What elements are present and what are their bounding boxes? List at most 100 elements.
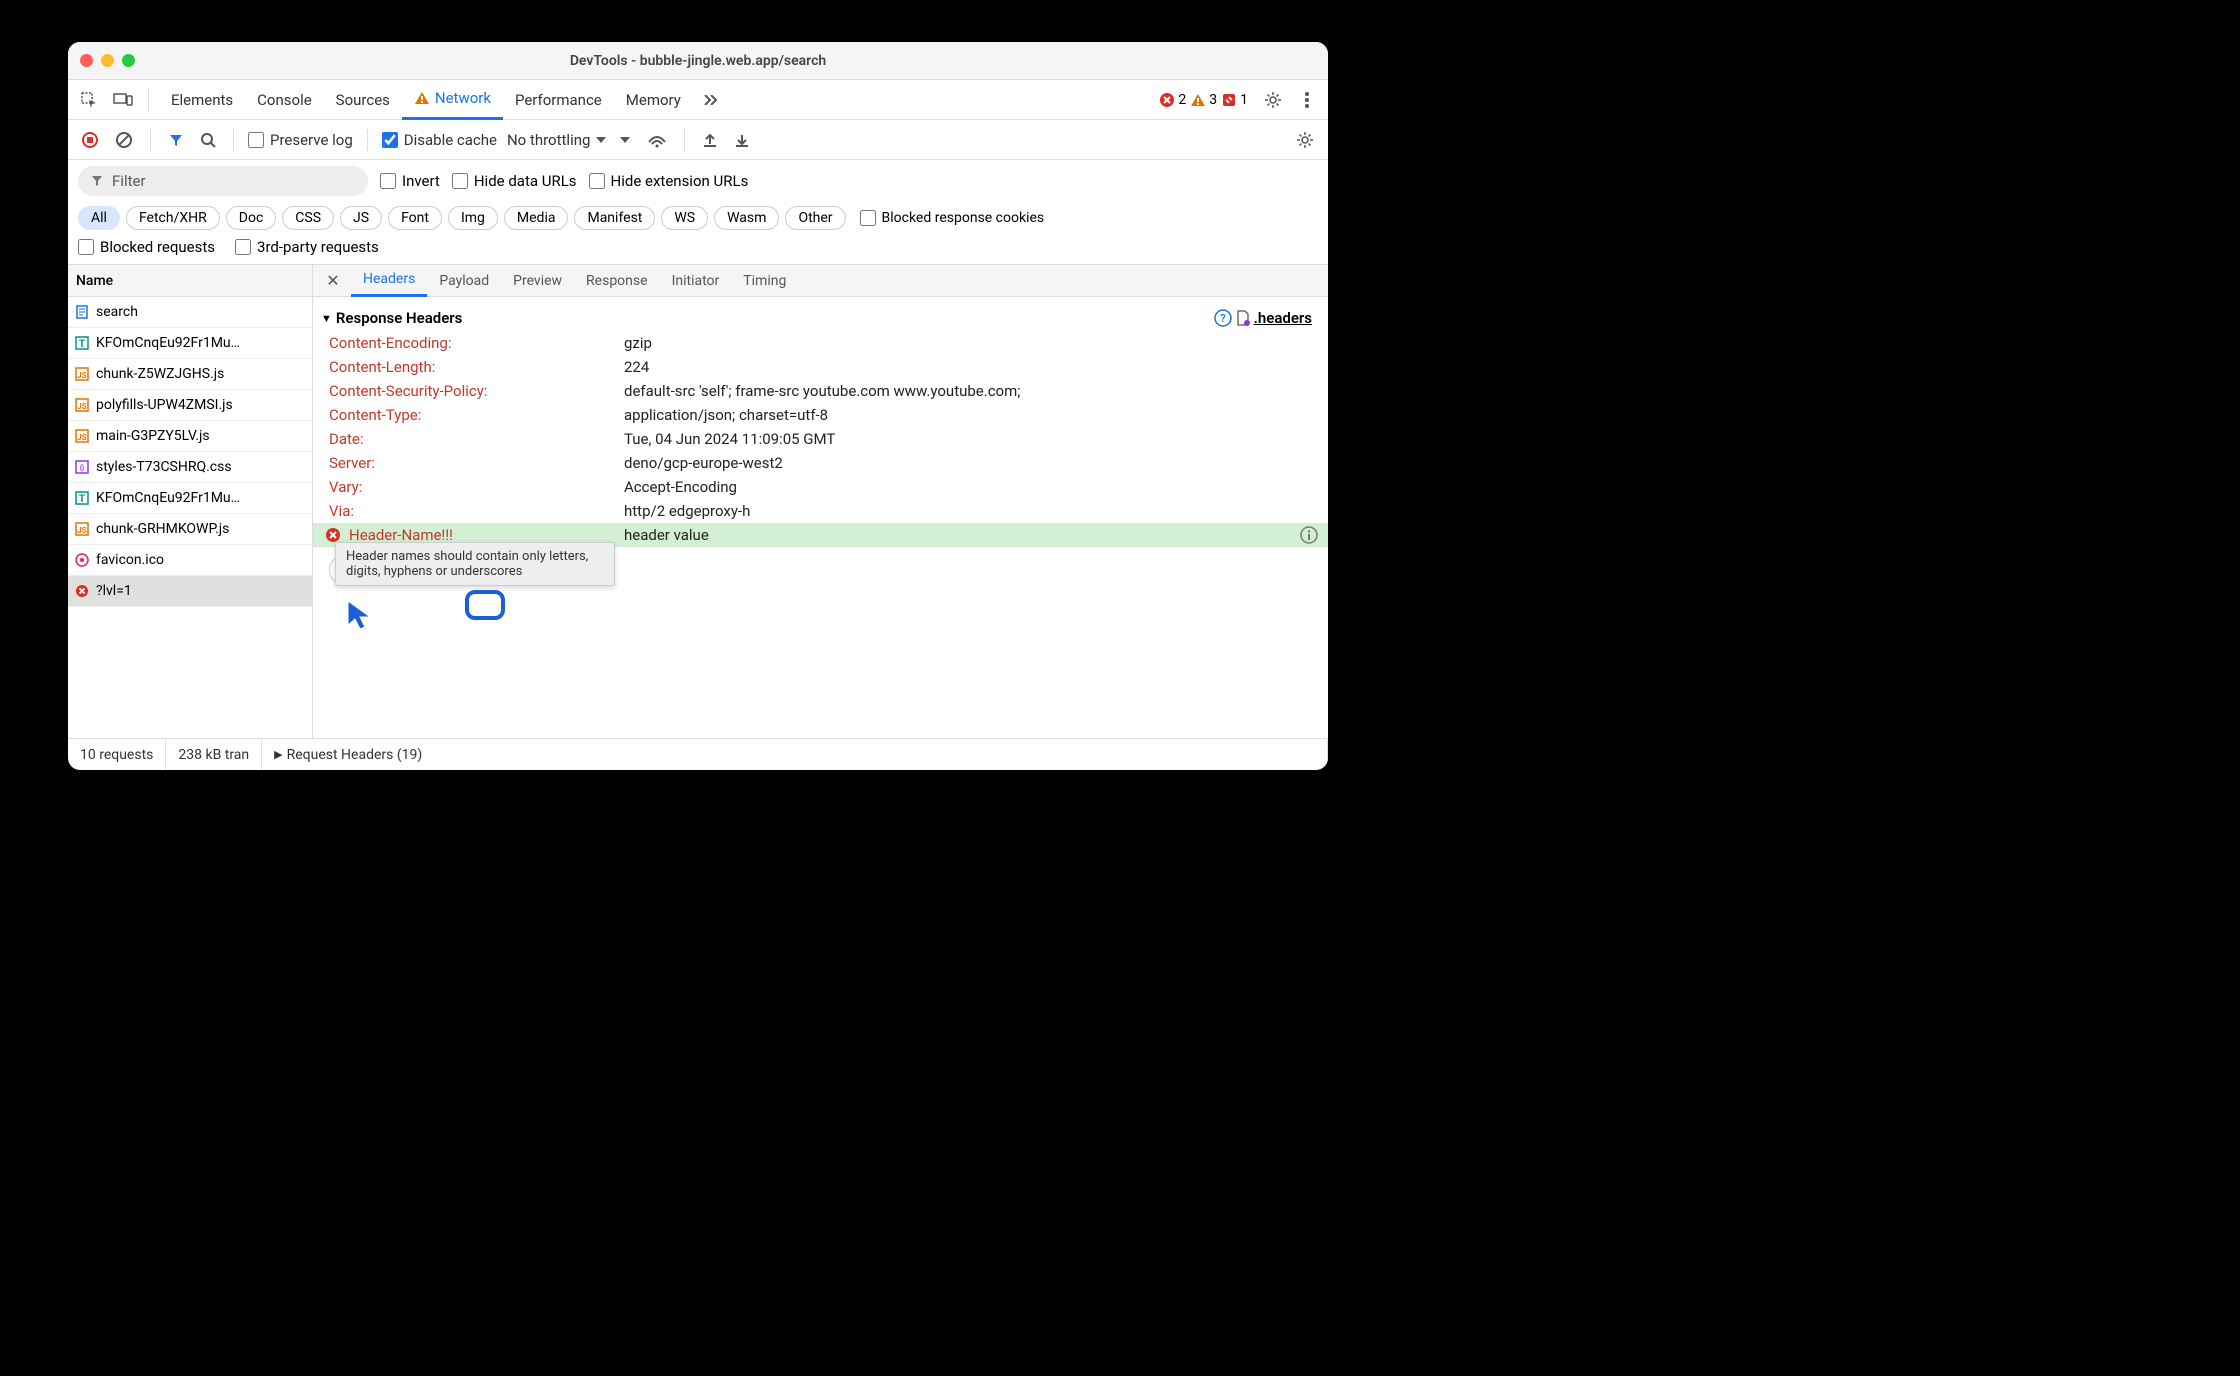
svg-text:T: T bbox=[79, 494, 85, 505]
close-detail-icon[interactable]: ✕ bbox=[319, 271, 347, 290]
detail-tab-headers[interactable]: Headers bbox=[351, 265, 427, 297]
tab-network[interactable]: Network bbox=[402, 80, 503, 120]
js-icon: JS bbox=[74, 366, 90, 382]
request-row[interactable]: JSchunk-GRHMKOWP.js bbox=[68, 514, 312, 545]
blocked-requests-checkbox[interactable]: Blocked requests bbox=[78, 238, 215, 256]
detail-tab-initiator[interactable]: Initiator bbox=[660, 265, 732, 297]
hide-extension-urls-checkbox[interactable]: Hide extension URLs bbox=[589, 172, 749, 190]
header-row: Date:Tue, 04 Jun 2024 11:09:05 GMT bbox=[313, 427, 1328, 451]
doc-icon bbox=[74, 304, 90, 320]
detail-tab-response[interactable]: Response bbox=[574, 265, 660, 297]
svg-text:?: ? bbox=[1220, 312, 1225, 325]
request-row[interactable]: {}styles-T73CSHRQ.css bbox=[68, 452, 312, 483]
upload-har-icon[interactable] bbox=[699, 129, 721, 151]
filter-pill-manifest[interactable]: Manifest bbox=[574, 206, 655, 230]
kebab-menu-icon[interactable] bbox=[1292, 86, 1322, 114]
filter-input[interactable]: Filter bbox=[78, 166, 368, 196]
device-toolbar-icon[interactable] bbox=[108, 86, 138, 114]
header-value: default-src 'self'; frame-src youtube.co… bbox=[624, 382, 1312, 400]
js-icon: JS bbox=[74, 521, 90, 537]
filter-pill-ws[interactable]: WS bbox=[661, 206, 708, 230]
settings-icon[interactable] bbox=[1258, 86, 1288, 114]
blocked-cookies-checkbox[interactable]: Blocked response cookies bbox=[860, 210, 1045, 226]
header-key: Vary: bbox=[329, 478, 624, 496]
svg-text:JS: JS bbox=[77, 371, 86, 380]
filter-pill-css[interactable]: CSS bbox=[282, 206, 334, 230]
request-headers-section[interactable]: ▶ Request Headers (19) bbox=[262, 739, 1328, 770]
filter-pill-img[interactable]: Img bbox=[448, 206, 498, 230]
errors-badge[interactable]: 2 3 1 bbox=[1159, 92, 1248, 108]
name-column-header[interactable]: Name bbox=[68, 265, 312, 297]
inspect-icon[interactable] bbox=[74, 86, 104, 114]
request-row[interactable]: TKFOmCnqEu92Fr1Mu… bbox=[68, 328, 312, 359]
extra-filters-row: Blocked requests 3rd-party requests bbox=[68, 236, 1328, 265]
header-value: Accept-Encoding bbox=[624, 478, 1312, 496]
help-icon[interactable]: ? bbox=[1214, 309, 1232, 327]
info-icon[interactable] bbox=[1300, 526, 1318, 544]
tab-performance[interactable]: Performance bbox=[503, 80, 614, 120]
editable-header-value[interactable]: header value bbox=[624, 526, 1312, 544]
request-row[interactable]: JSchunk-Z5WZJGHS.js bbox=[68, 359, 312, 390]
invert-checkbox[interactable]: Invert bbox=[380, 172, 440, 190]
font-icon: T bbox=[74, 490, 90, 506]
detail-tab-preview[interactable]: Preview bbox=[501, 265, 574, 297]
filter-icon[interactable] bbox=[165, 129, 187, 151]
svg-text:{}: {} bbox=[80, 463, 85, 472]
detail-tab-timing[interactable]: Timing bbox=[731, 265, 798, 297]
request-row[interactable]: JSpolyfills-UPW4ZMSI.js bbox=[68, 390, 312, 421]
filter-pill-js[interactable]: JS bbox=[340, 206, 382, 230]
filter-pill-doc[interactable]: Doc bbox=[226, 206, 277, 230]
download-har-icon[interactable] bbox=[731, 129, 753, 151]
tab-elements[interactable]: Elements bbox=[159, 80, 245, 120]
record-button[interactable] bbox=[78, 128, 102, 152]
more-tabs-icon[interactable] bbox=[697, 86, 727, 114]
header-key: Content-Security-Policy: bbox=[329, 382, 624, 400]
close-window-button[interactable] bbox=[80, 54, 93, 67]
traffic-lights bbox=[80, 54, 135, 67]
header-row: Via:http/2 edgeproxy-h bbox=[313, 499, 1328, 523]
clear-button[interactable] bbox=[112, 128, 136, 152]
filter-pill-fetch-xhr[interactable]: Fetch/XHR bbox=[126, 206, 220, 230]
tab-memory[interactable]: Memory bbox=[614, 80, 693, 120]
filter-pill-font[interactable]: Font bbox=[388, 206, 442, 230]
filter-row: Filter Invert Hide data URLs Hide extens… bbox=[68, 160, 1328, 202]
tab-console[interactable]: Console bbox=[245, 80, 324, 120]
transferred-size: 238 kB tran bbox=[166, 739, 262, 770]
network-settings-icon[interactable] bbox=[1292, 127, 1318, 153]
preserve-log-checkbox[interactable]: Preserve log bbox=[248, 131, 353, 149]
request-row[interactable]: JSmain-G3PZY5LV.js bbox=[68, 421, 312, 452]
header-row: Content-Length:224 bbox=[313, 355, 1328, 379]
header-row: Content-Encoding:gzip bbox=[313, 331, 1328, 355]
maximize-window-button[interactable] bbox=[122, 54, 135, 67]
header-value: application/json; charset=utf-8 bbox=[624, 406, 1312, 424]
svg-text:JS: JS bbox=[77, 526, 86, 535]
request-row[interactable]: search bbox=[68, 297, 312, 328]
filter-pill-media[interactable]: Media bbox=[504, 206, 569, 230]
detail-tabs: ✕ HeadersPayloadPreviewResponseInitiator… bbox=[313, 265, 1328, 297]
response-headers-section[interactable]: ▼ Response Headers ? .headers bbox=[313, 305, 1328, 331]
error-icon bbox=[74, 583, 90, 599]
throttling-select[interactable]: No throttling bbox=[507, 131, 606, 149]
filter-pill-wasm[interactable]: Wasm bbox=[714, 206, 779, 230]
request-row[interactable]: ?lvl=1 bbox=[68, 576, 312, 607]
third-party-checkbox[interactable]: 3rd-party requests bbox=[235, 238, 379, 256]
hide-data-urls-checkbox[interactable]: Hide data URLs bbox=[452, 172, 577, 190]
filter-pill-other[interactable]: Other bbox=[785, 206, 845, 230]
css-icon: {} bbox=[74, 459, 90, 475]
main-tabs: ElementsConsoleSourcesNetworkPerformance… bbox=[68, 80, 1328, 120]
disable-cache-checkbox[interactable]: Disable cache bbox=[382, 131, 497, 149]
tab-sources[interactable]: Sources bbox=[324, 80, 402, 120]
main-area: Name searchTKFOmCnqEu92Fr1Mu…JSchunk-Z5W… bbox=[68, 265, 1328, 738]
header-key: Date: bbox=[329, 430, 624, 448]
headers-file-link[interactable]: .headers bbox=[1236, 309, 1312, 327]
request-row[interactable]: favicon.ico bbox=[68, 545, 312, 576]
cursor-icon bbox=[346, 599, 374, 631]
network-conditions-icon[interactable] bbox=[644, 129, 670, 151]
minimize-window-button[interactable] bbox=[101, 54, 114, 67]
search-icon[interactable] bbox=[197, 129, 219, 151]
header-value: Tue, 04 Jun 2024 11:09:05 GMT bbox=[624, 430, 1312, 448]
request-row[interactable]: TKFOmCnqEu92Fr1Mu… bbox=[68, 483, 312, 514]
filter-pill-all[interactable]: All bbox=[78, 206, 120, 230]
remove-header-icon[interactable] bbox=[325, 527, 341, 543]
detail-tab-payload[interactable]: Payload bbox=[427, 265, 501, 297]
